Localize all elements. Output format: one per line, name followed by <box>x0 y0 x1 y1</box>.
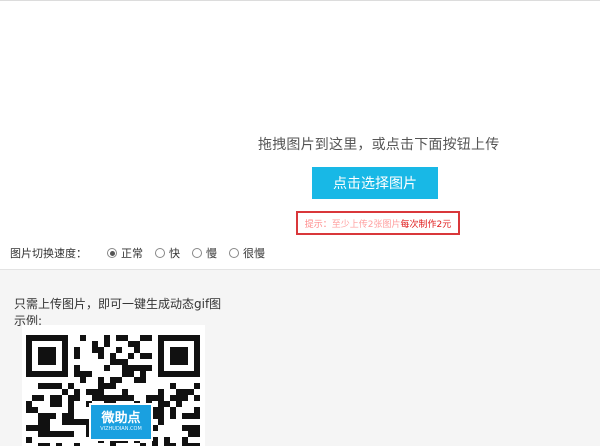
radio-icon[interactable] <box>229 248 239 258</box>
tip-price: 每次制作2元 <box>400 219 452 230</box>
example-qr-image: 微助点 VIZHUDIAN.COM <box>22 325 205 446</box>
upload-tip-box: 提示： 至少上传2张图片 每次制作2元 <box>296 211 460 235</box>
upload-drop-zone[interactable]: 拖拽图片到这里，或点击下面按钮上传 点击选择图片 提示： 至少上传2张图片 每次… <box>0 1 600 269</box>
speed-option-label: 慢 <box>206 247 217 260</box>
speed-option-slow[interactable]: 慢 <box>192 245 217 261</box>
select-image-button[interactable]: 点击选择图片 <box>312 167 438 199</box>
speed-option-very-slow[interactable]: 很慢 <box>229 245 265 261</box>
speed-label: 图片切换速度： <box>10 247 87 260</box>
speed-option-label: 快 <box>169 247 180 260</box>
speed-option-label: 很慢 <box>243 247 265 260</box>
qr-logo-text: 微助点 <box>101 411 141 426</box>
example-description: 只需上传图片，即可一键生成动态gif图 <box>14 297 222 311</box>
qr-logo-badge: 微助点 VIZHUDIAN.COM <box>89 403 153 441</box>
radio-icon[interactable] <box>192 248 202 258</box>
qr-logo-url: VIZHUDIAN.COM <box>100 426 142 432</box>
speed-option-label: 正常 <box>121 247 143 260</box>
tip-body: 至少上传2张图片 <box>331 219 401 230</box>
speed-option-fast[interactable]: 快 <box>155 245 180 261</box>
radio-icon[interactable] <box>155 248 165 258</box>
tip-label: 提示： <box>304 219 332 230</box>
speed-option-normal[interactable]: 正常 <box>107 245 143 261</box>
speed-selector: 图片切换速度： 正常 快 慢 很慢 <box>10 245 277 261</box>
example-panel: 只需上传图片，即可一键生成动态gif图 示例: 微助点 VIZHUDIAN.CO… <box>0 270 600 446</box>
radio-icon-checked[interactable] <box>107 248 117 258</box>
upload-hint-text: 拖拽图片到这里，或点击下面按钮上传 <box>258 137 500 153</box>
